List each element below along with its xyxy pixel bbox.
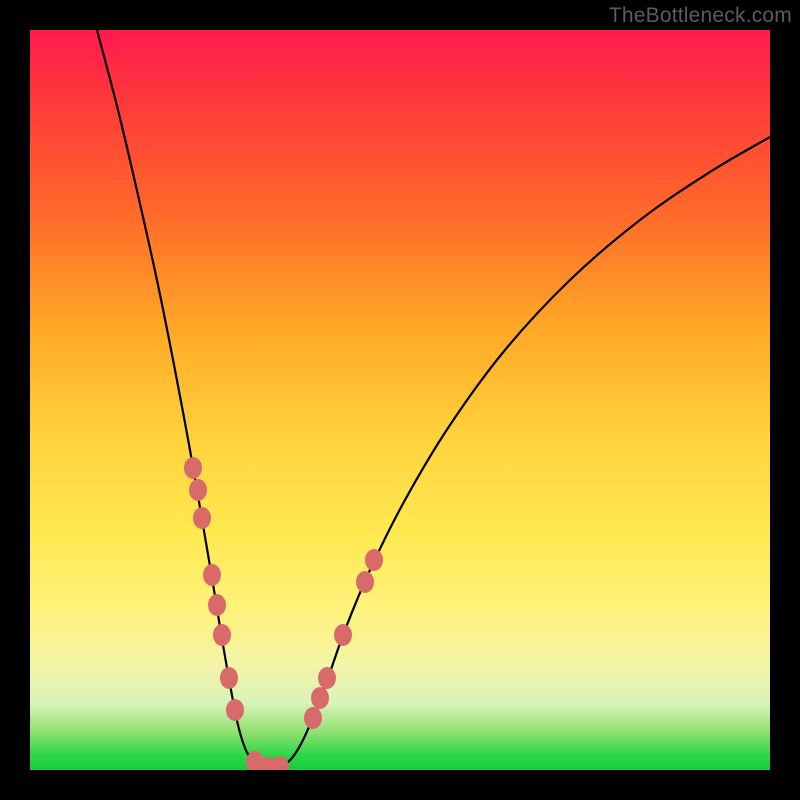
right-curve: [270, 137, 770, 768]
scatter-point: [184, 457, 202, 479]
scatter-point: [318, 667, 336, 689]
chart-frame: TheBottleneck.com: [0, 0, 800, 800]
scatter-point: [311, 687, 329, 709]
scatter-point: [193, 507, 211, 529]
left-curve: [97, 30, 270, 768]
scatter-point: [213, 624, 231, 646]
scatter-point: [271, 756, 289, 770]
scatter-point: [203, 564, 221, 586]
scatter-point: [208, 594, 226, 616]
watermark-text: TheBottleneck.com: [609, 4, 792, 28]
scatter-point: [304, 707, 322, 729]
scatter-point: [220, 667, 238, 689]
scatter-point: [365, 549, 383, 571]
scatter-point: [334, 624, 352, 646]
chart-plot-area: [30, 30, 770, 770]
right-dots: [304, 549, 383, 729]
scatter-point: [356, 571, 374, 593]
chart-svg: [30, 30, 770, 770]
scatter-point: [226, 699, 244, 721]
scatter-point: [189, 479, 207, 501]
